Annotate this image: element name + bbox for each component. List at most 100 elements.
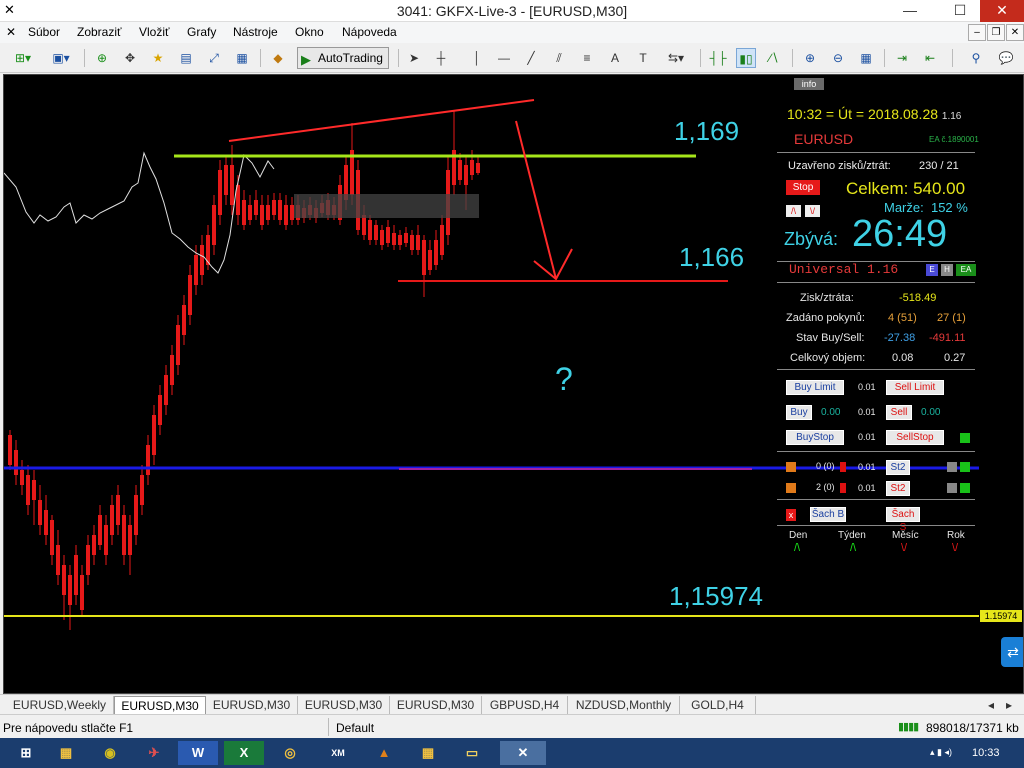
taskbar-app3-icon[interactable]: ✈ [134, 741, 174, 765]
metatrader-task-icon[interactable]: ✕ [500, 741, 546, 765]
menu-okno[interactable]: Okno [295, 25, 324, 39]
candle-body [170, 355, 174, 385]
search-icon[interactable]: ⚲ [966, 48, 986, 68]
line-chart-icon[interactable]: ∕∖ [764, 48, 784, 68]
row2-green-button[interactable] [960, 483, 970, 493]
channel-icon[interactable]: ⫽ [550, 48, 568, 68]
candle-body [92, 535, 96, 555]
chat-icon[interactable]: 💬 [994, 48, 1018, 68]
xm-icon[interactable]: XM [318, 741, 358, 765]
menu-app-icon[interactable]: ✕ [6, 25, 16, 39]
vertical-line-icon[interactable]: │ [468, 48, 486, 68]
tester-icon[interactable]: ⤢ [204, 48, 224, 68]
row2-gray-button[interactable] [947, 483, 957, 493]
sell-button[interactable]: Sell [886, 405, 912, 420]
word-icon[interactable]: W [178, 741, 218, 765]
tray-icons[interactable]: ▴ ▮ ◂) [930, 747, 952, 758]
terminal-icon[interactable]: ▤ [176, 48, 196, 68]
close-all-button[interactable]: x [786, 509, 796, 521]
candle-body [8, 435, 12, 465]
chrome-icon[interactable]: ◎ [270, 741, 310, 765]
excel-icon[interactable]: X [224, 741, 264, 765]
row1-green-button[interactable] [960, 462, 970, 472]
tab-eurusd-m30-active[interactable]: EURUSD,M30 [114, 696, 206, 714]
menu-vlozit[interactable]: Vložiť [139, 25, 170, 39]
buy-limit-button[interactable]: Buy Limit [786, 380, 844, 395]
zoom-in-icon[interactable]: ⊕ [800, 48, 820, 68]
tab-eurusd-m30-3[interactable]: EURUSD,M30 [298, 696, 390, 714]
profiles-icon[interactable]: ▣▾ [46, 48, 76, 68]
buy-stop-button[interactable]: BuyStop [786, 430, 844, 445]
taskbar-app4-icon[interactable]: ▦ [408, 741, 448, 765]
volume-sell: 0.27 [944, 352, 966, 364]
sach-b-button[interactable]: Šach B [810, 507, 846, 522]
menu-zobrazit[interactable]: Zobraziť [77, 25, 122, 39]
explorer-icon[interactable]: ▭ [452, 741, 492, 765]
taskbar-app2-icon[interactable]: ◉ [90, 741, 130, 765]
autotrading-button[interactable]: ▶ AutoTrading [297, 47, 389, 69]
tab-eurusd-m30-4[interactable]: EURUSD,M30 [390, 696, 482, 714]
tab-scroll-left-icon[interactable]: ◂ [984, 696, 998, 714]
label-icon[interactable]: T [634, 48, 652, 68]
crosshair-icon[interactable]: ┼ [432, 48, 450, 68]
chart-shift-icon[interactable]: ⇤ [920, 48, 940, 68]
row2-orange-button[interactable] [786, 483, 796, 493]
row2-st2-button[interactable]: St2 [886, 481, 910, 496]
maximize-button[interactable]: ☐ [938, 0, 982, 22]
zoom-out-icon[interactable]: ⊖ [828, 48, 848, 68]
arrows-icon[interactable]: ⇆▾ [662, 48, 690, 68]
taskbar-app1-icon[interactable]: ▦ [46, 741, 86, 765]
horizontal-line-icon[interactable]: — [495, 48, 513, 68]
menu-napoveda[interactable]: Nápoveda [342, 25, 397, 39]
tab-gbpusd-h4[interactable]: GBPUSD,H4 [482, 696, 568, 714]
menu-nastroje[interactable]: Nástroje [233, 25, 278, 39]
favorites-icon[interactable]: ★ [148, 48, 168, 68]
tab-nzdusd-monthly[interactable]: NZDUSD,Monthly [568, 696, 680, 714]
mdi-close-button[interactable]: ✕ [1006, 24, 1024, 41]
menu-subor[interactable]: Súbor [28, 25, 60, 39]
row1-st2-button[interactable]: St2 [886, 460, 910, 475]
down-signal-button[interactable]: \/ [805, 205, 820, 217]
bar-chart-icon[interactable]: ┤├ [708, 48, 728, 68]
sach-s-button[interactable]: Šach S [886, 507, 920, 533]
mdi-restore-button[interactable]: ❐ [987, 24, 1005, 41]
mdi-minimize-button[interactable]: – [968, 24, 986, 41]
fibonacci-icon[interactable]: ≡ [578, 48, 596, 68]
row1-gray-button[interactable] [947, 462, 957, 472]
minimize-button[interactable]: — [888, 0, 932, 22]
candle-body [266, 205, 270, 220]
ea-button[interactable]: EA [956, 264, 976, 276]
tab-scroll-right-icon[interactable]: ▸ [1002, 696, 1016, 714]
autoscroll-icon[interactable]: ⇥ [892, 48, 912, 68]
sell-limit-button[interactable]: Sell Limit [886, 380, 944, 395]
candle-chart-icon[interactable]: ▮▯ [736, 48, 756, 68]
row1-orange-button[interactable] [786, 462, 796, 472]
chart-area[interactable]: 1,169 1,166 1,15974 ? 1.15974 ⇄ info 10:… [3, 74, 1024, 694]
cursor-icon[interactable]: ➤ [405, 48, 423, 68]
text-icon[interactable]: A [606, 48, 624, 68]
candle-body [416, 235, 420, 250]
tab-gold-h4[interactable]: GOLD,H4 [680, 696, 756, 714]
start-icon[interactable]: ⊞ [6, 741, 46, 765]
trendline-icon[interactable]: ╱ [522, 48, 540, 68]
buy-button[interactable]: Buy [786, 405, 812, 420]
h-button[interactable]: H [941, 264, 953, 276]
tab-eurusd-m30-2[interactable]: EURUSD,M30 [206, 696, 298, 714]
price-label-bottom: 1,15974 [669, 581, 763, 611]
stop-button[interactable]: Stop [786, 180, 820, 195]
e-button[interactable]: E [926, 264, 938, 276]
close-button[interactable]: ✕ [980, 0, 1024, 22]
new-chart-icon[interactable]: ⊞▾ [8, 48, 38, 68]
market-watch-icon[interactable]: ⊕ [92, 48, 112, 68]
teamviewer-icon[interactable]: ⇄ [1001, 637, 1023, 667]
sell-stop-button[interactable]: SellStop [886, 430, 944, 445]
editor-icon[interactable]: ▦ [232, 48, 252, 68]
info-button[interactable]: info [794, 78, 824, 90]
vlc-icon[interactable]: ▲ [364, 741, 404, 765]
tile-windows-icon[interactable]: ▦ [856, 48, 876, 68]
new-order-icon[interactable]: ◆ [268, 48, 288, 68]
tab-eurusd-weekly[interactable]: EURUSD,Weekly [6, 696, 114, 714]
navigator-icon[interactable]: ✥ [120, 48, 140, 68]
menu-grafy[interactable]: Grafy [187, 25, 216, 39]
up-signal-button[interactable]: /\ [786, 205, 801, 217]
